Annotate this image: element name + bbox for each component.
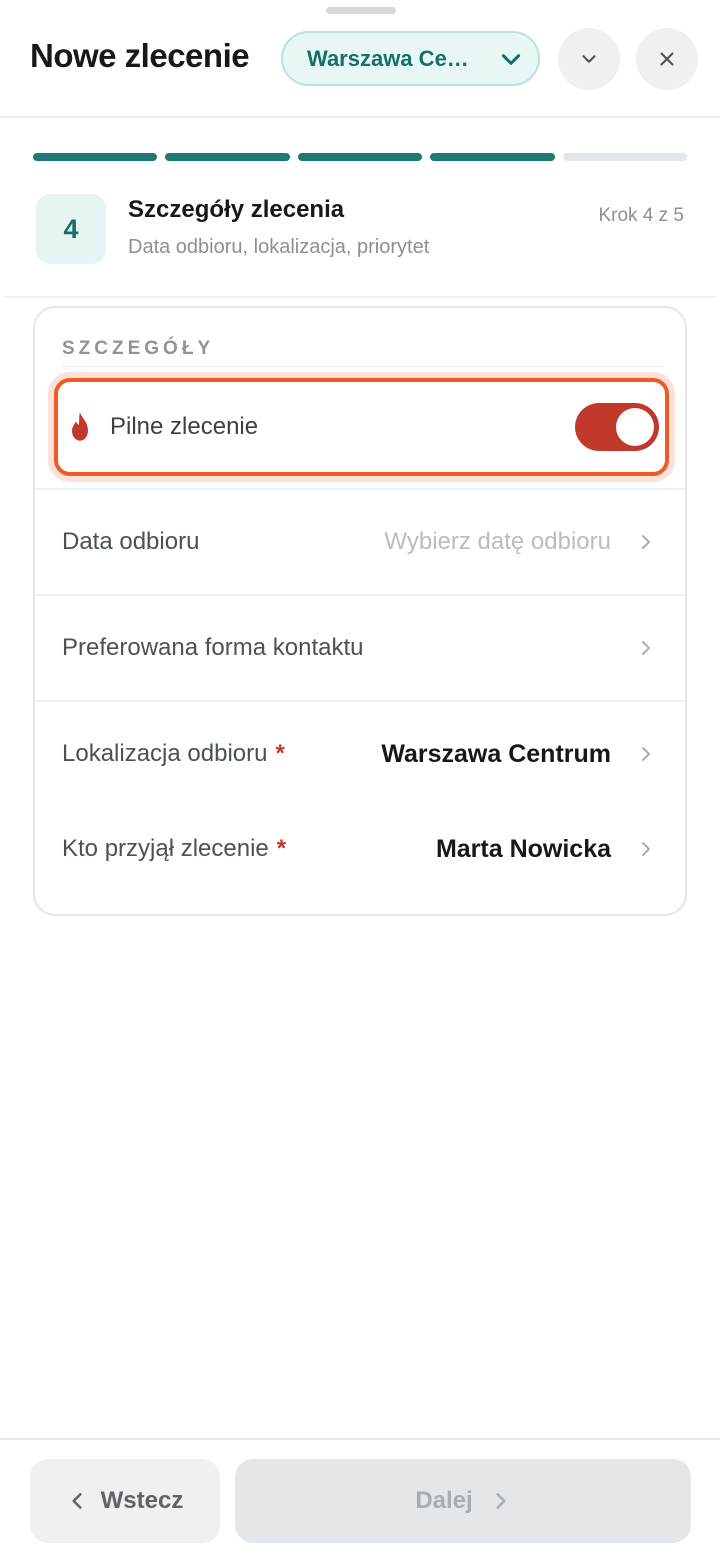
urgent-order-toggle[interactable] [575,403,659,451]
progress-segment [165,153,290,161]
received-by-label: Kto przyjął zlecenie [62,835,269,862]
chevron-down-icon [582,55,596,63]
chevron-right-icon [496,1493,506,1509]
new-order-sheet: Nowe zlecenie Warszawa Ce… 4 Szczegóły z… [0,0,720,1561]
received-by-row[interactable]: Kto przyjął zlecenie * Marta Nowicka [35,796,685,902]
step-subtitle: Data odbioru, lokalizacja, priorytet [128,236,430,258]
progress-segment [562,153,688,161]
close-button[interactable] [636,28,698,90]
urgent-order-label: Pilne zlecenie [110,413,259,440]
pickup-location-row[interactable]: Lokalizacja odbioru * Warszawa Centrum [35,700,685,806]
pickup-location-value: Warszawa Centrum [381,739,611,768]
details-card: SZCZEGÓŁY Pilne zlecenie Data odbioru Wy… [33,306,687,916]
chevron-right-icon [642,747,650,761]
pickup-date-value: Wybierz datę odbioru [384,528,611,555]
received-by-value: Marta Nowicka [435,834,611,863]
contact-preference-row[interactable]: Preferowana forma kontaktu [35,594,685,700]
page-title: Nowe zlecenie [30,37,250,74]
chevron-left-icon [72,1493,82,1509]
chevron-right-icon [642,842,650,856]
pickup-date-label: Data odbioru [62,528,200,555]
pickup-location-label: Lokalizacja odbioru [62,740,268,767]
back-button[interactable]: Wstecz [30,1459,220,1543]
step-progress [33,153,688,161]
divider [4,296,716,298]
step-number-badge: 4 [36,194,106,264]
flame-icon [72,412,88,441]
back-button-label: Wstecz [100,1487,184,1514]
required-mark: * [275,740,285,767]
progress-segment [33,153,158,161]
expand-button[interactable] [558,28,620,90]
step-title: Szczegóły zlecenia [128,196,345,223]
progress-segment [297,153,423,161]
required-mark: * [276,835,287,862]
sheet-header: Nowe zlecenie Warszawa Ce… [0,0,720,118]
step-counter: Krok 4 z 5 [598,205,684,226]
section-label: SZCZEGÓŁY [62,338,215,359]
close-icon [660,52,674,66]
progress-segment [430,153,555,161]
chevron-right-icon [642,535,650,549]
chevron-down-icon [501,53,521,65]
toggle-knob [616,408,654,446]
urgent-order-row[interactable]: Pilne zlecenie [54,378,669,476]
next-button[interactable]: Dalej [235,1459,691,1543]
divider [62,366,662,367]
chevron-right-icon [642,641,650,655]
next-button-label: Dalej [415,1487,473,1514]
location-selector-value: Warszawa Ce… [307,45,469,71]
contact-preference-label: Preferowana forma kontaktu [62,634,364,661]
footer-divider [0,1438,720,1440]
location-selector[interactable]: Warszawa Ce… [281,31,540,86]
pickup-date-row[interactable]: Data odbioru Wybierz datę odbioru [35,488,685,594]
